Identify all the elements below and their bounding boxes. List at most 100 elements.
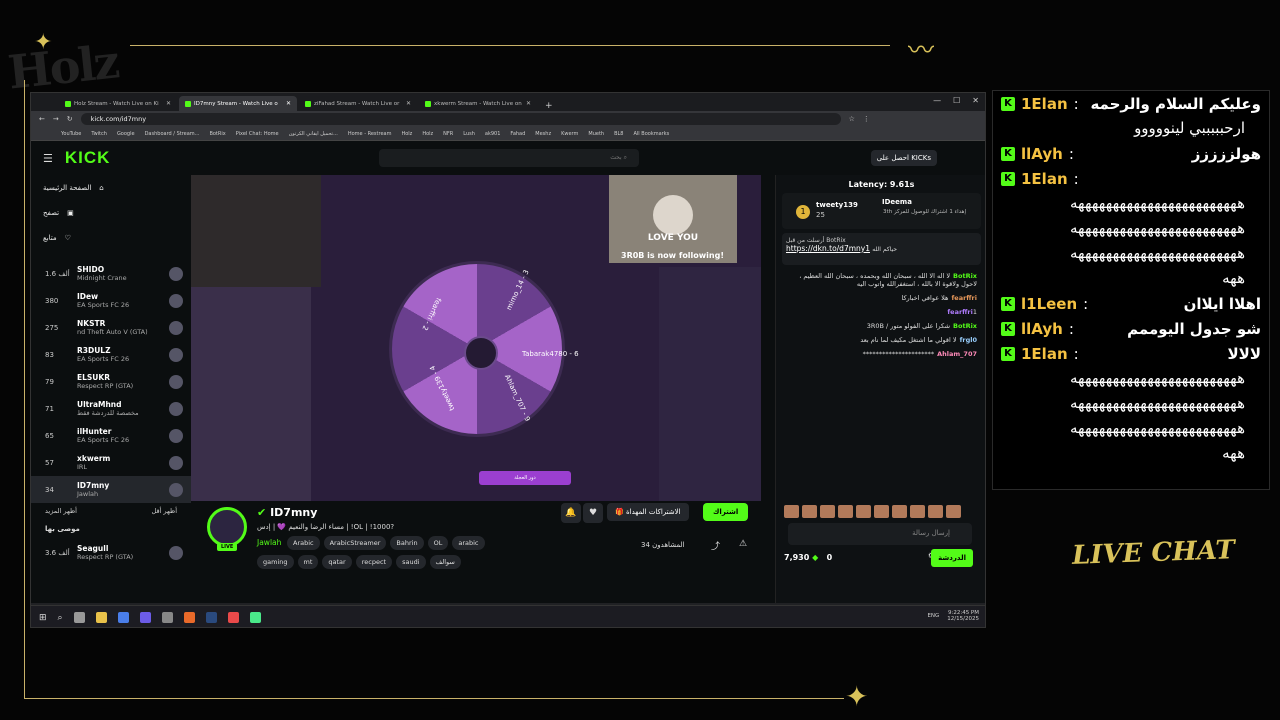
bookmark-item[interactable]: Dashboard / Stream...: [145, 131, 200, 137]
show-less-link[interactable]: أظهر أقل: [152, 507, 177, 515]
minimize-icon[interactable]: —: [933, 96, 941, 105]
close-icon[interactable]: ✕: [406, 100, 411, 107]
bookmark-item[interactable]: Lush: [463, 131, 475, 137]
chat-username[interactable]: BotRix: [953, 272, 977, 280]
emote-icon[interactable]: [838, 505, 853, 518]
app-icon[interactable]: [117, 612, 129, 623]
chat-username[interactable]: fearffri: [947, 308, 973, 316]
tag-pill[interactable]: ArabicStreamer: [323, 536, 387, 550]
bookmark-item[interactable]: Mueth: [588, 131, 604, 137]
emote-icon[interactable]: [820, 505, 835, 518]
channel-name[interactable]: ✔ ID7mny: [257, 506, 317, 519]
gift-subs-button[interactable]: 🎁 الاشتراكات المهداة: [607, 503, 689, 521]
bookmark-item[interactable]: Twitch: [91, 131, 107, 137]
nav-browse[interactable]: ▣ تصفح: [31, 200, 191, 225]
extensions-icon[interactable]: ⋮: [863, 115, 870, 123]
emote-icon[interactable]: [892, 505, 907, 518]
following-channel[interactable]: 83 R3DULZ EA Sports FC 26: [31, 341, 191, 368]
close-icon[interactable]: ✕: [286, 100, 291, 107]
chrome-icon[interactable]: [249, 612, 261, 623]
chat-username[interactable]: frgl0: [960, 336, 977, 344]
tag-pill[interactable]: qatar: [322, 555, 352, 569]
tag-pill[interactable]: OL: [427, 536, 449, 550]
emote-icon[interactable]: [910, 505, 925, 518]
menu-icon[interactable]: ☰: [43, 152, 53, 165]
heart-follow-icon[interactable]: ♥: [583, 503, 603, 523]
kick-logo[interactable]: KICK: [65, 148, 111, 168]
windows-start-icon[interactable]: ⊞: [39, 613, 47, 623]
recommended-channel[interactable]: 3.6 ألف Seagull Respect RP (GTA): [31, 539, 191, 566]
pinned-link[interactable]: https://dkn.to/d7mny1: [786, 244, 870, 253]
back-icon[interactable]: ←: [39, 115, 45, 123]
maximize-icon[interactable]: ☐: [953, 96, 960, 105]
bookmark-item[interactable]: Kwerm: [561, 131, 578, 137]
bookmark-item[interactable]: NFR: [443, 131, 453, 137]
star-bookmark-icon[interactable]: ☆: [849, 115, 855, 123]
tab-zifahad[interactable]: ziFahad Stream - Watch Live or ✕: [299, 96, 417, 111]
tag-pill[interactable]: recpect: [355, 555, 393, 569]
following-channel[interactable]: 57 xkwerm IRL: [31, 449, 191, 476]
tag-pill[interactable]: Arabic: [287, 536, 320, 550]
chat-username[interactable]: fearffri: [951, 294, 977, 302]
channel-points[interactable]: 7,930 ◆ 0: [784, 553, 832, 562]
emote-icon[interactable]: [784, 505, 799, 518]
bookmark-item[interactable]: YouTube: [61, 131, 81, 137]
emote-icon[interactable]: [856, 505, 871, 518]
notification-bell-icon[interactable]: 🔔: [561, 503, 581, 523]
discord-icon[interactable]: [139, 612, 151, 623]
subscribe-button[interactable]: اشتراك: [703, 503, 749, 521]
avatar[interactable]: [207, 507, 247, 547]
bookmark-item[interactable]: Pixel Chat: Home: [236, 131, 279, 137]
report-icon[interactable]: ⚠: [739, 539, 747, 549]
video-player[interactable]: LOVE YOU 3R0B is now following! mimo_14 …: [191, 175, 761, 501]
tag-pill[interactable]: سوالف: [429, 555, 461, 569]
chat-input[interactable]: إرسال رسالة: [788, 523, 972, 545]
share-icon[interactable]: ⤴: [711, 539, 720, 552]
nav-following[interactable]: ♡ متابع: [31, 225, 191, 250]
following-channel[interactable]: 275 NKSTR nd Theft Auto V (GTA): [31, 314, 191, 341]
tab-holz[interactable]: Holz Stream - Watch Live on Ki ✕: [59, 96, 177, 111]
chat-username[interactable]: BotRix: [953, 322, 977, 330]
search-input[interactable]: بحث ⌕: [379, 149, 639, 167]
following-channel[interactable]: 71 UltraMhnd مخصصة للدردشة فقط: [31, 395, 191, 422]
bookmark-item[interactable]: Meshz: [535, 131, 551, 137]
close-icon[interactable]: ✕: [166, 100, 171, 107]
tag-pill[interactable]: Bahrin: [390, 536, 424, 550]
explorer-icon[interactable]: [95, 612, 107, 623]
bookmark-item[interactable]: Fahad: [510, 131, 525, 137]
stream-category[interactable]: Jawlah: [257, 538, 281, 547]
tag-pill[interactable]: mt: [297, 555, 319, 569]
bookmark-item[interactable]: BL8: [614, 131, 623, 137]
app-icon[interactable]: [161, 612, 173, 623]
tag-pill[interactable]: gaming: [257, 555, 294, 569]
tab-xkwerm[interactable]: xkwerm Stream - Watch Live on ✕: [419, 96, 537, 111]
app-icon[interactable]: [227, 612, 239, 623]
chat-username[interactable]: Ahlam_707: [937, 350, 977, 358]
bookmark-item[interactable]: Google: [117, 131, 135, 137]
language-indicator[interactable]: ENG: [927, 613, 939, 619]
bookmark-item[interactable]: تحميل ايقاني الكرتون...: [289, 131, 338, 137]
steam-icon[interactable]: [205, 612, 217, 623]
app-icon[interactable]: [73, 612, 85, 623]
bookmark-item[interactable]: Home - Restream: [348, 131, 392, 137]
following-channel[interactable]: 34 ID7mny Jawlah: [31, 476, 191, 503]
show-more-link[interactable]: أظهر المزيد: [45, 507, 77, 515]
close-icon[interactable]: ✕: [526, 100, 531, 107]
nav-home[interactable]: ⌂ الصفحة الرئيسية: [31, 175, 191, 200]
tab-id7mny[interactable]: ID7mny Stream - Watch Live o ✕: [179, 96, 297, 111]
chat-send-button[interactable]: الدردشة: [931, 549, 973, 567]
tag-pill[interactable]: saudi: [396, 555, 426, 569]
bookmark-item[interactable]: ak901: [485, 131, 501, 137]
emote-icon[interactable]: [946, 505, 961, 518]
bookmark-item[interactable]: BotRix: [209, 131, 225, 137]
emote-icon[interactable]: [802, 505, 817, 518]
new-tab-button[interactable]: +: [539, 101, 559, 111]
url-field[interactable]: kick.com/id7mny: [80, 113, 841, 125]
following-channel[interactable]: 79 ELSUKR Respect RP (GTA): [31, 368, 191, 395]
reload-icon[interactable]: ↻: [67, 115, 73, 123]
close-window-icon[interactable]: ✕: [972, 96, 979, 105]
tag-pill[interactable]: arabic: [452, 536, 485, 550]
firefox-icon[interactable]: [183, 612, 195, 623]
following-channel[interactable]: 65 ilHunter EA Sports FC 26: [31, 422, 191, 449]
get-kicks-button[interactable]: احصل على KICKs: [870, 150, 937, 166]
